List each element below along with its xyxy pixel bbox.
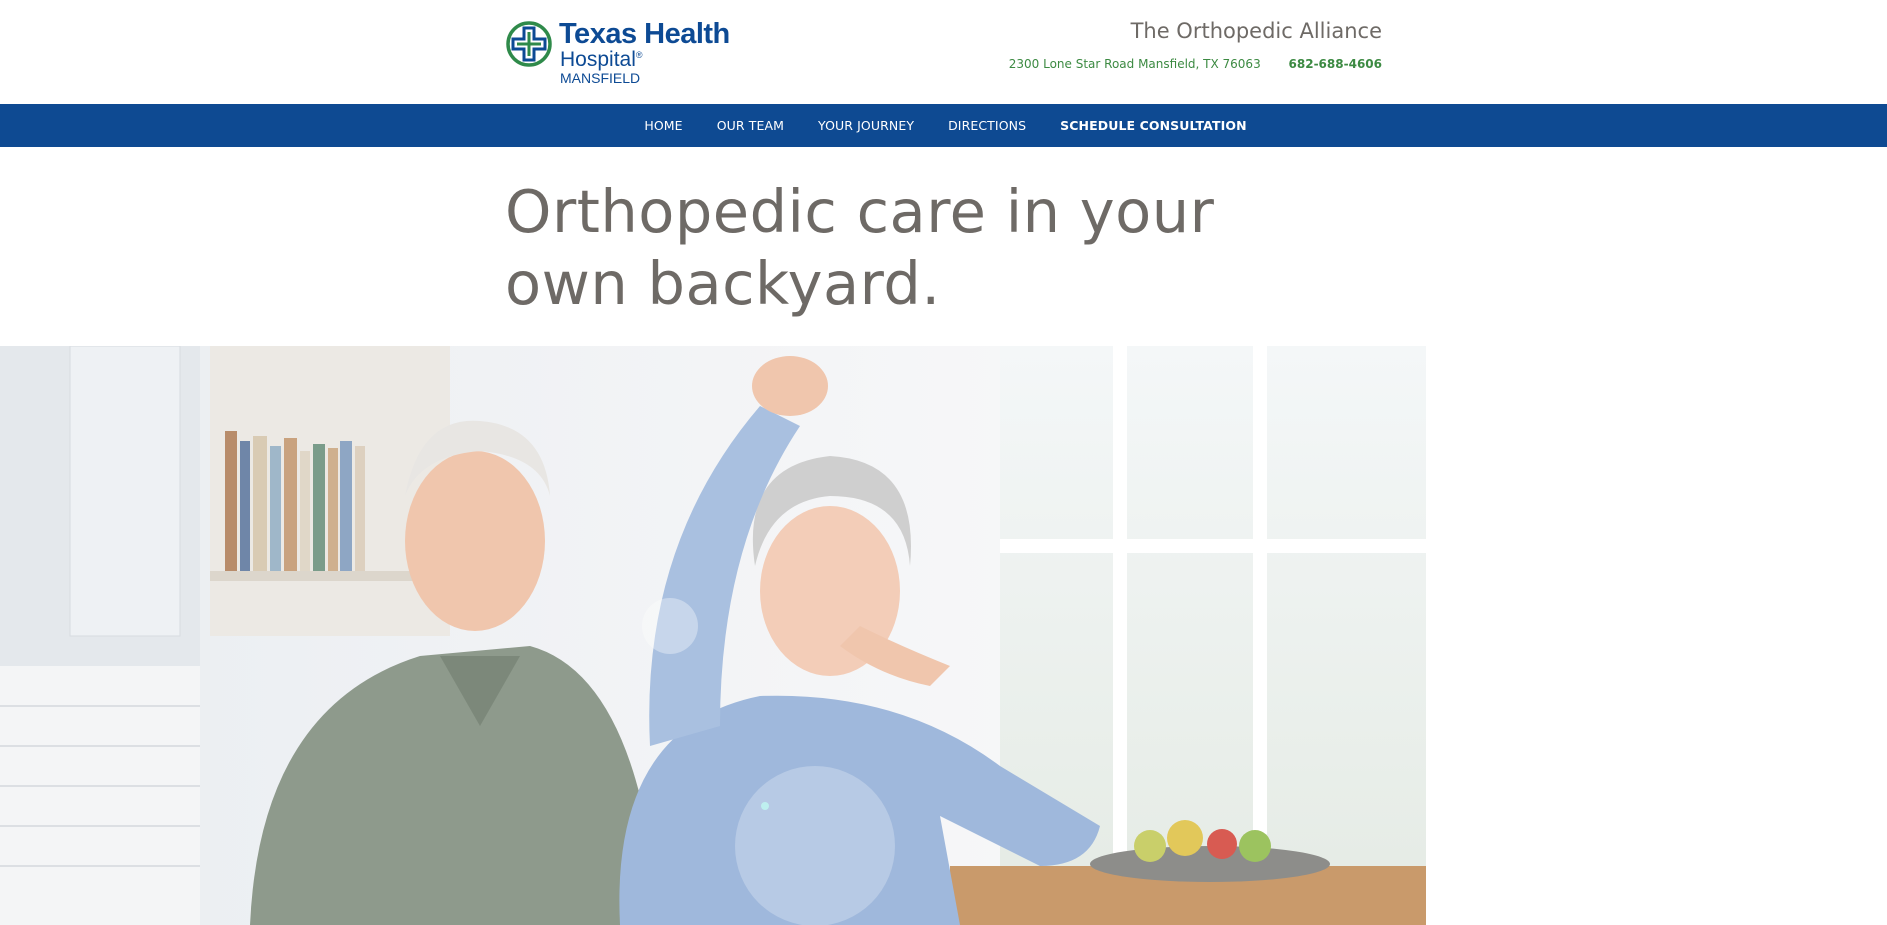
nav-schedule-consultation[interactable]: SCHEDULE CONSULTATION bbox=[1060, 118, 1247, 133]
main-nav: HOME OUR TEAM YOUR JOURNEY DIRECTIONS SC… bbox=[0, 104, 1887, 147]
logo-text-location: MANSFIELD bbox=[560, 70, 641, 86]
nav-directions[interactable]: DIRECTIONS bbox=[948, 118, 1026, 133]
registered-mark: ® bbox=[635, 50, 643, 60]
nav-list: HOME OUR TEAM YOUR JOURNEY DIRECTIONS SC… bbox=[640, 118, 1246, 133]
hero-headline: Orthopedic care in your own backyard. bbox=[505, 176, 1325, 320]
nav-home[interactable]: HOME bbox=[644, 118, 682, 133]
logo-text-hospital: Hospital® bbox=[560, 48, 643, 71]
contact-info: 2300 Lone Star Road Mansfield, TX 76063 … bbox=[1009, 57, 1382, 71]
site-header: Texas Health Hospital® MANSFIELD The Ort… bbox=[0, 0, 1887, 104]
texas-health-logo[interactable]: Texas Health Hospital® MANSFIELD bbox=[505, 18, 735, 86]
address-link[interactable]: 2300 Lone Star Road Mansfield, TX 76063 bbox=[1009, 57, 1261, 71]
site-title: The Orthopedic Alliance bbox=[1130, 19, 1382, 43]
hero-headline-line2: own backyard. bbox=[505, 249, 941, 318]
nav-your-journey[interactable]: YOUR JOURNEY bbox=[818, 118, 914, 133]
logo-text-brand: Texas Health bbox=[559, 18, 730, 50]
phone-link[interactable]: 682-688-4606 bbox=[1289, 57, 1382, 71]
hero-photo bbox=[0, 346, 1426, 925]
hero-photo-illustration bbox=[0, 346, 1426, 925]
cross-logo-icon bbox=[506, 21, 552, 67]
hero-headline-line1: Orthopedic care in your bbox=[505, 177, 1215, 246]
nav-our-team[interactable]: OUR TEAM bbox=[717, 118, 784, 133]
